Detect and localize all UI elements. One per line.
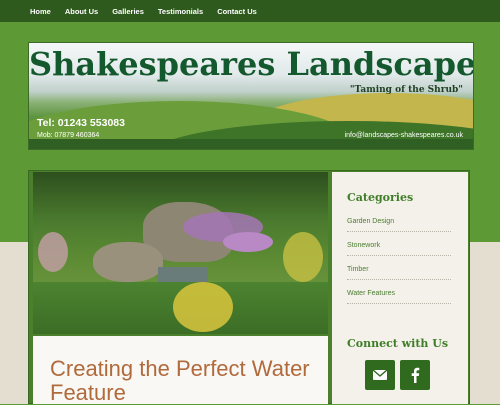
header-banner[interactable]: Shakespeares Landscapes "Taming of the S… [28, 42, 474, 150]
category-garden-design[interactable]: Garden Design [347, 218, 451, 232]
nav-home[interactable]: Home [30, 7, 51, 16]
category-water-features[interactable]: Water Features [347, 290, 451, 304]
nav-about-us[interactable]: About Us [65, 7, 98, 16]
connect-heading: Connect with Us [347, 337, 449, 350]
nav-galleries[interactable]: Galleries [112, 7, 144, 16]
mobile-number: Mob: 07879 460364 [37, 132, 100, 139]
category-stonework[interactable]: Stonework [347, 242, 451, 256]
email-address: info@landscapes-shakespeares.co.uk [344, 132, 463, 139]
site-title: Shakespeares Landscapes [29, 45, 474, 83]
email-button[interactable] [365, 360, 395, 390]
site-tagline: "Taming of the Shrub" [349, 85, 463, 95]
category-timber[interactable]: Timber [347, 266, 451, 280]
post-area: Creating the Perfect Water Feature [33, 336, 328, 405]
facebook-icon [411, 367, 420, 383]
email-icon [373, 370, 387, 380]
sidebar: Categories Garden Design Stonework Timbe… [332, 172, 468, 404]
categories-heading: Categories [347, 191, 414, 204]
facebook-button[interactable] [400, 360, 430, 390]
nav-testimonials[interactable]: Testimonials [158, 7, 203, 16]
top-nav: Home About Us Galleries Testimonials Con… [0, 0, 500, 22]
post-title[interactable]: Creating the Perfect Water Feature [50, 357, 320, 405]
nav-contact-us[interactable]: Contact Us [217, 7, 257, 16]
featured-garden-photo [33, 172, 328, 334]
phone-number: Tel: 01243 553083 [37, 117, 125, 129]
